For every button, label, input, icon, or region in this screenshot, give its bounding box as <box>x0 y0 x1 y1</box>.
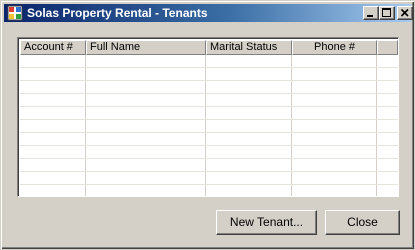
minimize-button[interactable] <box>363 6 379 20</box>
close-icon <box>400 8 409 17</box>
row-gridline <box>20 145 398 146</box>
close-window-button[interactable] <box>397 6 413 20</box>
maximize-button[interactable] <box>379 6 395 20</box>
list-header: Account # Full Name Marital Status Phone… <box>20 40 398 55</box>
column-header-full-name[interactable]: Full Name <box>86 40 206 55</box>
column-header-phone-number[interactable]: Phone # <box>292 40 377 55</box>
row-gridline <box>20 119 398 120</box>
row-gridline <box>20 184 398 185</box>
column-divider <box>85 55 86 196</box>
tenants-window: Solas Property Rental - Tenants Account … <box>0 0 415 250</box>
column-header-filler <box>377 40 398 55</box>
row-gridline <box>20 93 398 94</box>
row-gridline <box>20 80 398 81</box>
close-button[interactable]: Close <box>325 210 400 235</box>
column-header-account-number[interactable]: Account # <box>20 40 86 55</box>
row-gridline <box>20 132 398 133</box>
row-gridline <box>20 158 398 159</box>
column-divider <box>291 55 292 196</box>
app-window-icon[interactable] <box>7 5 23 21</box>
row-gridline <box>20 106 398 107</box>
title-bar[interactable]: Solas Property Rental - Tenants <box>4 4 413 22</box>
new-tenant-button[interactable]: New Tenant... <box>216 210 317 235</box>
window-title: Solas Property Rental - Tenants <box>27 6 208 20</box>
list-body[interactable] <box>20 55 398 196</box>
column-divider <box>376 55 377 196</box>
tenants-list-view[interactable]: Account # Full Name Marital Status Phone… <box>17 37 399 197</box>
row-gridline <box>20 67 398 68</box>
column-divider <box>205 55 206 196</box>
column-header-marital-status[interactable]: Marital Status <box>206 40 292 55</box>
row-gridline <box>20 171 398 172</box>
